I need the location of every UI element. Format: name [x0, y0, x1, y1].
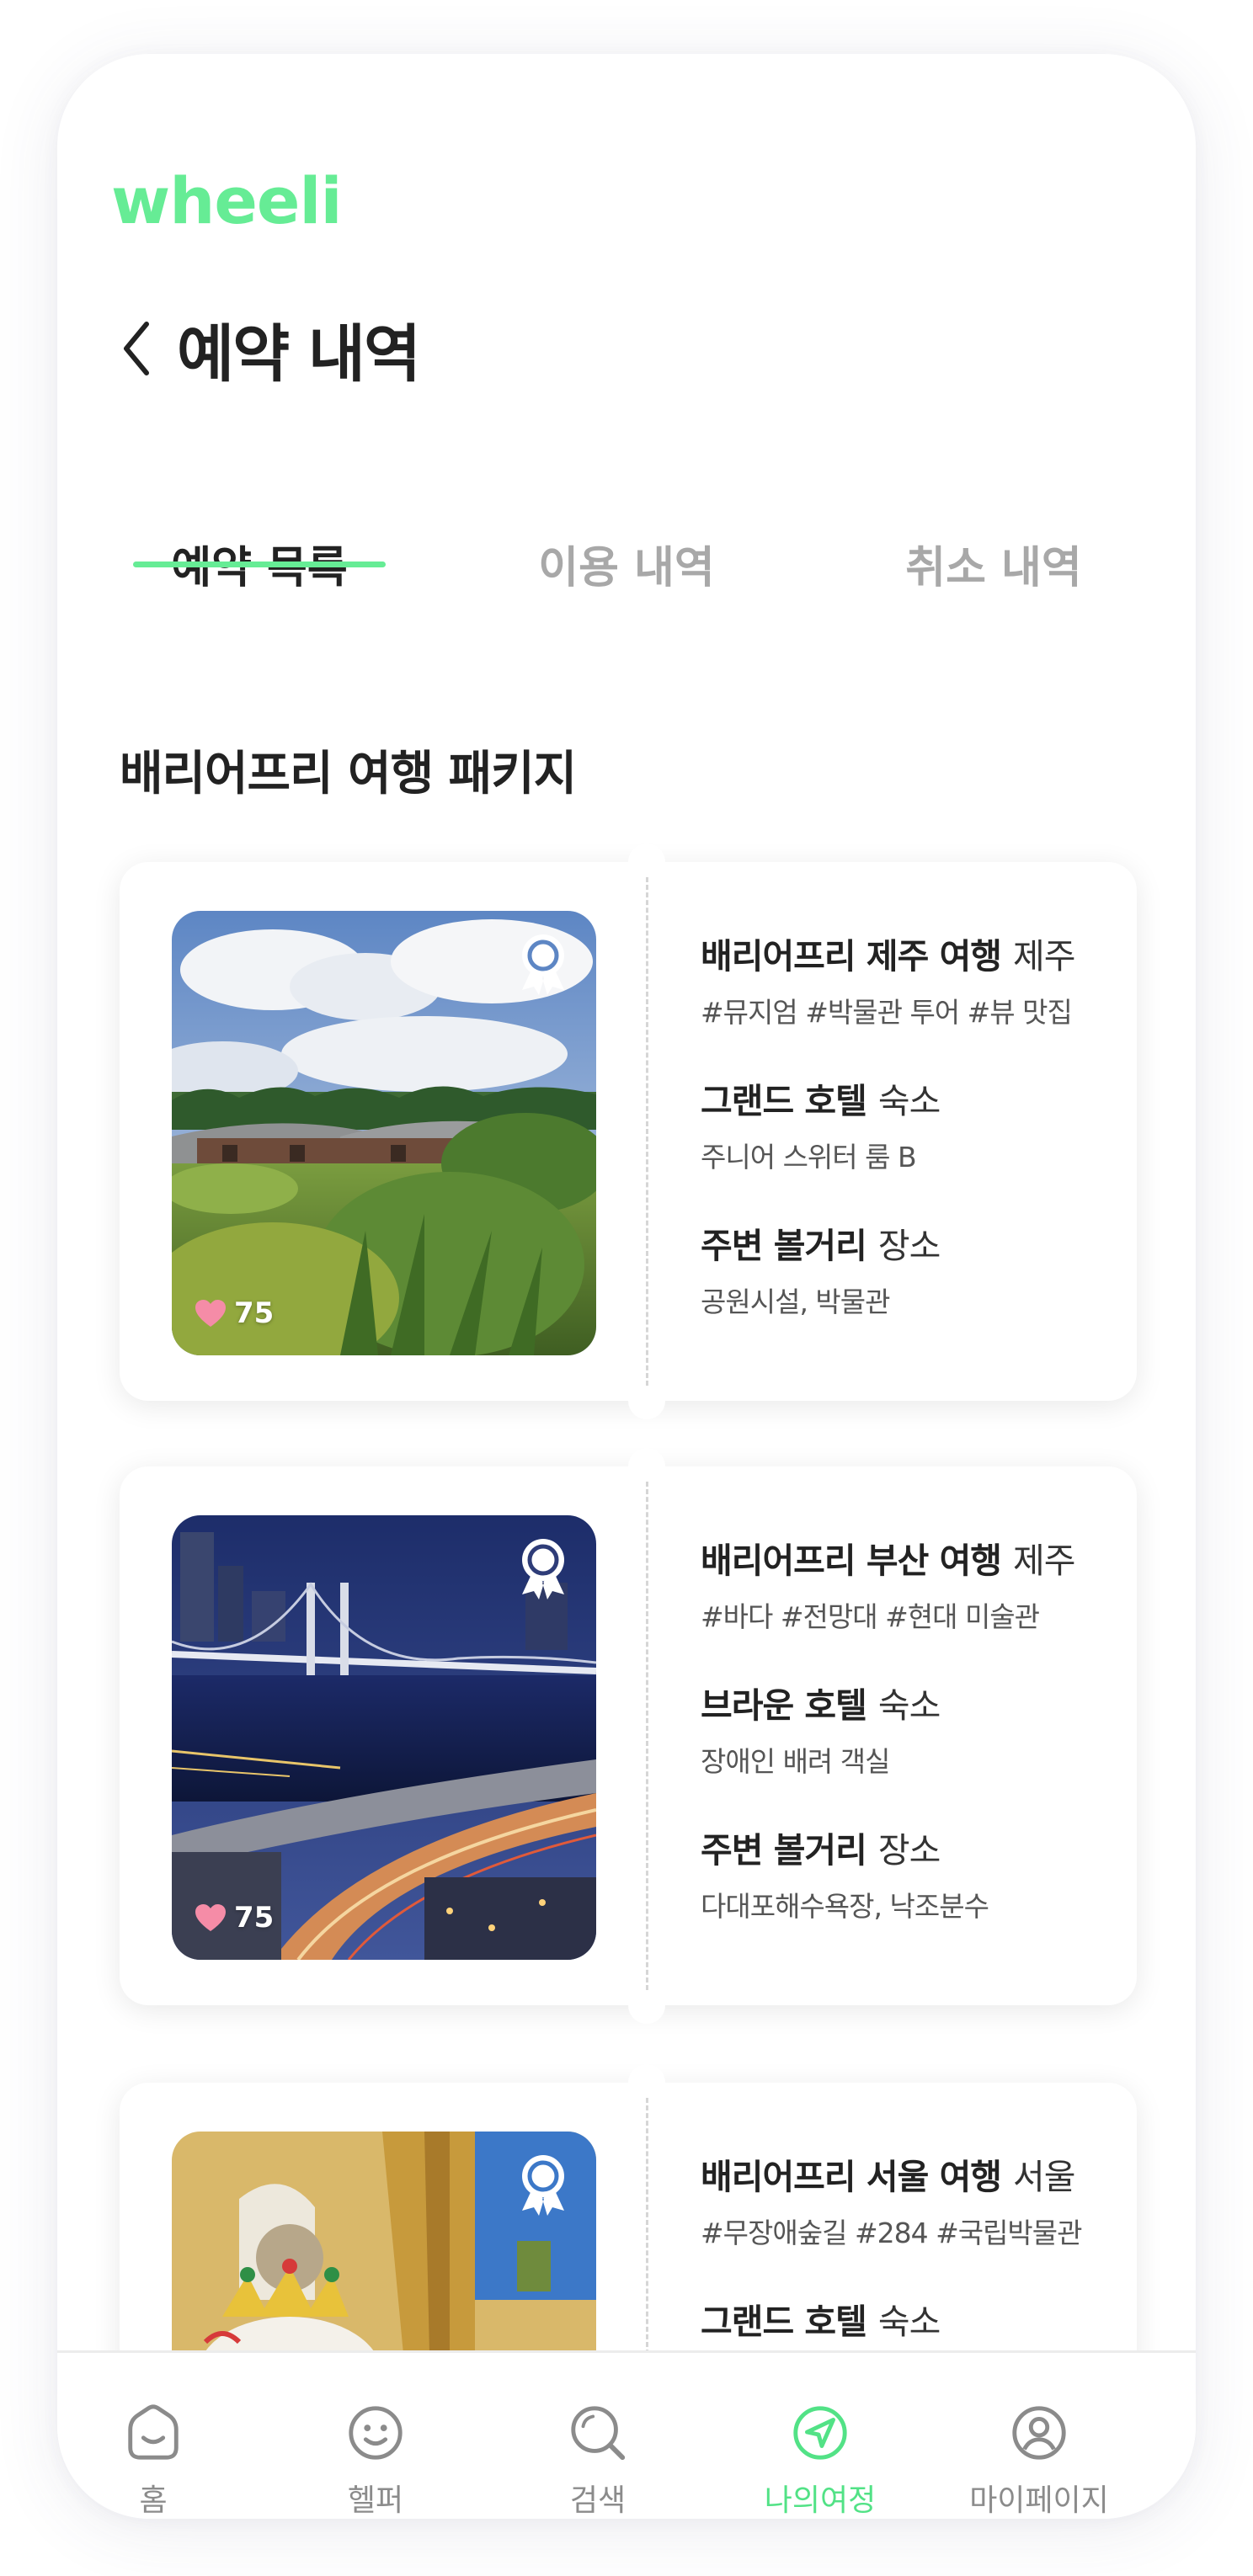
package-card-seoul[interactable]: 배리어프리 서울 여행 서울 #무장애숲길 #284 #국립박물관 그랜드 호텔 숙… — [120, 2064, 1137, 2352]
room-type: 주니어 스위터 룸 B — [701, 1141, 917, 1174]
package-photo[interactable]: 75 — [172, 911, 596, 1355]
like-count: 75 — [234, 1296, 275, 1330]
hotel-name: 브라운 호텔 — [701, 1685, 867, 1726]
nav-label: 헬퍼 — [347, 2483, 404, 2518]
nav-my-page[interactable]: 마이페이지 — [946, 2402, 1132, 2519]
award-icon[interactable] — [509, 2148, 578, 2217]
search-icon — [571, 2406, 626, 2461]
hotel-label: 숙소 — [877, 1081, 941, 1121]
nearby-places: 공원시설, 박물관 — [701, 1285, 891, 1318]
package-photo[interactable] — [172, 2132, 596, 2352]
award-icon[interactable] — [509, 1532, 578, 1601]
package-title: 배리어프리 부산 여행 — [701, 1541, 1002, 1581]
package-tags: #뮤지엄 #박물관 투어 #뷰 맛집 — [701, 996, 1073, 1029]
package-title: 배리어프리 서울 여행 — [701, 2157, 1002, 2197]
ticket-divider — [646, 877, 648, 1386]
package-card-jeju[interactable]: 75 배리어프리 제주 여행 제주 #뮤지엄 #박물관 투어 #뷰 맛집 그랜드 … — [120, 844, 1137, 1419]
ticket-divider — [646, 2098, 648, 2352]
nav-label: 마이페이지 — [969, 2483, 1109, 2518]
package-card-busan[interactable]: 75 배리어프리 부산 여행 제주 #바다 #전망대 #현대 미술관 브라운 호텔… — [120, 1448, 1137, 2024]
section-title: 배리어프리 여행 패키지 — [120, 747, 577, 801]
nav-label: 검색 — [569, 2483, 626, 2518]
nearby-title: 주변 볼거리 — [701, 1830, 867, 1871]
package-region: 제주 — [1013, 1541, 1075, 1581]
hotel-name: 그랜드 호텔 — [701, 1081, 867, 1121]
package-region: 제주 — [1013, 936, 1075, 977]
tab-cancel-history[interactable]: 취소 내역 — [867, 508, 1120, 618]
nav-helper[interactable]: 헬퍼 — [283, 2402, 468, 2519]
package-title: 배리어프리 제주 여행 — [701, 936, 1002, 977]
nav-search[interactable]: 검색 — [505, 2402, 690, 2519]
phone-frame: wheeli 예약 내역 예약 목록 이용 내역 취소 내역 배리어프리 여행 … — [57, 54, 1196, 2519]
home-icon — [128, 2404, 179, 2460]
package-list[interactable]: 75 배리어프리 제주 여행 제주 #뮤지엄 #박물관 투어 #뷰 맛집 그랜드 … — [57, 812, 1196, 2352]
app-logo: wheeli — [111, 163, 343, 238]
nearby-title: 주변 볼거리 — [701, 1226, 867, 1266]
nearby-label: 장소 — [877, 1830, 941, 1871]
like-count: 75 — [234, 1901, 275, 1935]
active-tab-indicator — [133, 562, 386, 567]
ticket-divider — [646, 1482, 648, 1990]
ticket-notch-top — [628, 2064, 665, 2101]
like-counter[interactable]: 75 — [194, 1296, 274, 1330]
ticket-notch-bottom — [628, 1382, 665, 1419]
package-tags: #바다 #전망대 #현대 미술관 — [701, 1600, 1040, 1633]
package-tags: #무장애숲길 #284 #국립박물관 — [701, 2217, 1083, 2249]
heart-icon — [195, 1300, 226, 1327]
chevron-left-icon — [124, 322, 149, 375]
package-photo[interactable]: 75 — [172, 1515, 596, 1960]
ticket-notch-bottom — [628, 1987, 665, 2024]
back-button[interactable] — [111, 306, 162, 391]
bottom-navigation: 홈 헬퍼 검색 나의여정 마이페이지 — [57, 2350, 1196, 2519]
package-info: 배리어프리 부산 여행 제주 #바다 #전망대 #현대 미술관 브라운 호텔 숙소 … — [701, 1532, 1122, 1967]
heart-icon — [195, 1904, 226, 1931]
navigation-icon — [793, 2406, 847, 2460]
page-title: 예약 내역 — [177, 317, 421, 391]
nav-home[interactable]: 홈 — [61, 2402, 246, 2519]
ticket-notch-top — [628, 844, 665, 881]
like-counter[interactable]: 75 — [194, 1901, 274, 1935]
hotel-label: 숙소 — [877, 1685, 941, 1726]
award-icon[interactable] — [509, 928, 578, 997]
hotel-label: 숙소 — [877, 2302, 941, 2342]
nearby-label: 장소 — [877, 1226, 941, 1266]
nav-my-journey[interactable]: 나의여정 — [728, 2402, 913, 2519]
package-info: 배리어프리 제주 여행 제주 #뮤지엄 #박물관 투어 #뷰 맛집 그랜드 호텔 숙… — [701, 928, 1122, 1362]
user-circle-icon — [1012, 2406, 1066, 2460]
room-type: 장애인 배려 객실 — [701, 1745, 891, 1778]
nearby-places: 다대포해수욕장, 낙조분수 — [701, 1890, 989, 1923]
package-region: 서울 — [1013, 2157, 1075, 2197]
page-header: 예약 내역 — [111, 298, 421, 399]
smile-icon — [349, 2406, 403, 2460]
package-info: 배리어프리 서울 여행 서울 #무장애숲길 #284 #국립박물관 그랜드 호텔 숙… — [701, 2148, 1122, 2352]
hotel-name: 그랜드 호텔 — [701, 2302, 867, 2342]
ticket-notch-top — [628, 1448, 665, 1485]
tab-bar: 예약 목록 이용 내역 취소 내역 — [57, 508, 1196, 626]
tab-usage-history[interactable]: 이용 내역 — [500, 508, 753, 618]
nav-label: 홈 — [139, 2483, 168, 2518]
nav-label: 나의여정 — [764, 2483, 877, 2518]
